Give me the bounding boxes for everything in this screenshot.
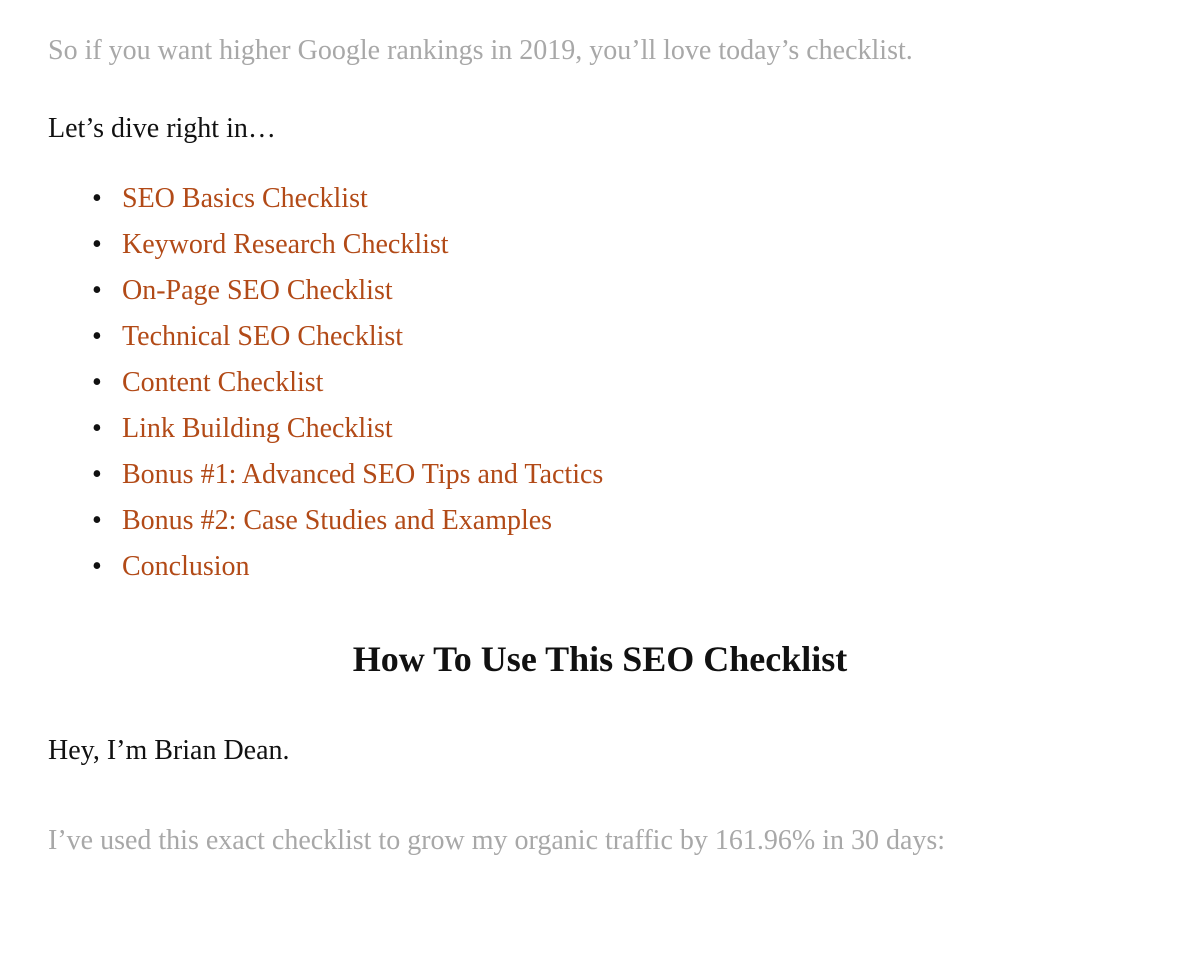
toc-item: SEO Basics Checklist xyxy=(122,178,1152,220)
lead-in-paragraph: Let’s dive right in… xyxy=(48,108,1152,150)
section-heading: How To Use This SEO Checklist xyxy=(48,632,1152,686)
toc-link-keyword-research[interactable]: Keyword Research Checklist xyxy=(122,229,449,260)
toc-item: Content Checklist xyxy=(122,362,1152,404)
table-of-contents: SEO Basics Checklist Keyword Research Ch… xyxy=(48,178,1152,588)
toc-link-link-building[interactable]: Link Building Checklist xyxy=(122,413,393,444)
toc-link-seo-basics[interactable]: SEO Basics Checklist xyxy=(122,183,368,214)
toc-link-conclusion[interactable]: Conclusion xyxy=(122,551,250,582)
toc-link-bonus-1[interactable]: Bonus #1: Advanced SEO Tips and Tactics xyxy=(122,459,603,490)
intro-paragraph: So if you want higher Google rankings in… xyxy=(48,30,1152,72)
toc-item: Bonus #2: Case Studies and Examples xyxy=(122,500,1152,542)
toc-item: Keyword Research Checklist xyxy=(122,224,1152,266)
toc-link-technical-seo[interactable]: Technical SEO Checklist xyxy=(122,321,403,352)
toc-item: Link Building Checklist xyxy=(122,408,1152,450)
intro-author-line: Hey, I’m Brian Dean. xyxy=(48,730,1152,772)
toc-link-bonus-2[interactable]: Bonus #2: Case Studies and Examples xyxy=(122,505,552,536)
toc-item: Conclusion xyxy=(122,546,1152,588)
toc-link-on-page-seo[interactable]: On-Page SEO Checklist xyxy=(122,275,393,306)
toc-link-content[interactable]: Content Checklist xyxy=(122,367,323,398)
results-claim-line: I’ve used this exact checklist to grow m… xyxy=(48,820,1152,862)
toc-item: Technical SEO Checklist xyxy=(122,316,1152,358)
toc-item: Bonus #1: Advanced SEO Tips and Tactics xyxy=(122,454,1152,496)
toc-item: On-Page SEO Checklist xyxy=(122,270,1152,312)
